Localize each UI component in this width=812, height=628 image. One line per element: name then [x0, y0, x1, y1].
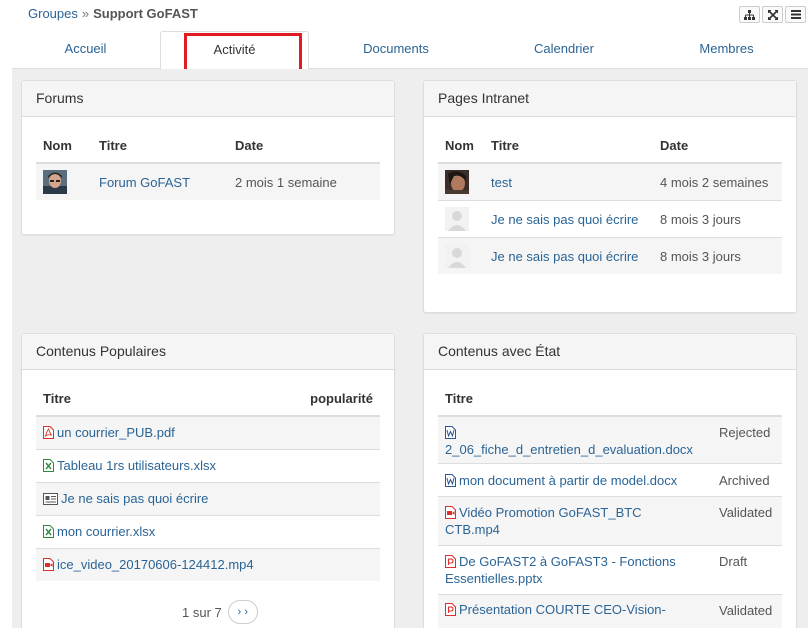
table-row: Forum GoFAST 2 mois 1 semaine	[36, 162, 380, 200]
pager-next-button[interactable]: › ›	[227, 600, 258, 624]
tab-documents[interactable]: Documents	[309, 31, 483, 69]
state-value: Draft	[712, 545, 782, 595]
video-file-icon	[43, 558, 54, 572]
menu-icon[interactable]	[785, 6, 806, 23]
header-toolbar	[737, 6, 806, 23]
state-item-link[interactable]: De GoFAST2 à GoFAST3 - Fonctions	[459, 554, 676, 569]
excel-file-icon	[43, 525, 54, 538]
pages-col-nom: Nom	[438, 129, 484, 164]
pages-table: Nom Titre Date test 4 mois 2 semaines Je…	[438, 129, 782, 274]
state-content-panel: Contenus avec État Titre 2_06_fiche_d_en…	[423, 333, 797, 628]
video-file-icon	[445, 506, 456, 519]
tab-accueil[interactable]: Accueil	[12, 31, 159, 69]
state-col-titre: Titre	[438, 382, 712, 417]
page-date: 8 mois 3 jours	[653, 237, 782, 274]
popular-item-link[interactable]: Tableau 1rs utilisateurs.xlsx	[57, 458, 216, 473]
state-value: Validated	[712, 594, 782, 628]
state-value: Rejected	[712, 415, 782, 464]
powerpoint-file-icon	[445, 603, 456, 616]
state-item-link[interactable]: mon document à partir de model.docx	[459, 473, 677, 488]
pages-col-date: Date	[653, 129, 782, 164]
avatar[interactable]	[36, 162, 92, 200]
popular-content-panel: Contenus Populaires Titre popularité un …	[21, 333, 395, 628]
page-date: 8 mois 3 jours	[653, 200, 782, 238]
forums-col-nom: Nom	[36, 129, 92, 164]
table-row: un courrier_PUB.pdf	[36, 415, 380, 449]
expand-icon[interactable]	[762, 6, 783, 23]
popular-item-link[interactable]: un courrier_PUB.pdf	[57, 425, 175, 440]
state-item-link-cont[interactable]: CTB.mp4	[445, 522, 500, 537]
state-item-link[interactable]: Vidéo Promotion GoFAST_BTC	[459, 505, 642, 520]
breadcrumb-groupes-link[interactable]: Groupes	[28, 6, 78, 21]
pages-intranet-panel: Pages Intranet Nom Titre Date test 4 moi…	[423, 80, 797, 313]
word-file-icon	[445, 426, 456, 439]
table-row: Vidéo Promotion GoFAST_BTC CTB.mp4 Valida…	[438, 496, 782, 546]
state-item-link[interactable]: Présentation COURTE CEO-Vision-	[459, 602, 666, 617]
pages-panel-title: Pages Intranet	[424, 81, 796, 117]
activity-content: Forums Nom Titre Date Forum GoFAST 2 moi…	[12, 69, 808, 628]
state-panel-title: Contenus avec État	[424, 334, 796, 370]
word-file-icon	[445, 473, 456, 487]
forums-panel-title: Forums	[22, 81, 394, 117]
table-row: 2_06_fiche_d_entretien_d_evaluation.docx…	[438, 415, 782, 464]
table-row: Je ne sais pas quoi écrire 8 mois 3 jour…	[438, 237, 782, 274]
page-link[interactable]: Je ne sais pas quoi écrire	[484, 200, 653, 238]
avatar[interactable]	[438, 237, 484, 274]
popular-col-titre: Titre	[36, 382, 270, 417]
breadcrumb-current: Support GoFAST	[93, 6, 198, 21]
pdf-file-icon	[43, 426, 54, 440]
tab-calendrier[interactable]: Calendrier	[483, 31, 645, 69]
page-link[interactable]: Je ne sais pas quoi écrire	[484, 237, 653, 274]
state-item-link-cont[interactable]: Essentielles.pptx	[445, 571, 543, 586]
table-row: Présentation COURTE CEO-Vision- Validate…	[438, 594, 782, 628]
table-row: Tableau 1rs utilisateurs.xlsx	[36, 448, 380, 482]
table-row: mon document à partir de model.docx Arch…	[438, 463, 782, 497]
forum-link[interactable]: Forum GoFAST	[92, 162, 228, 200]
state-value: Validated	[712, 496, 782, 546]
pages-col-titre: Titre	[484, 129, 653, 164]
table-row: De GoFAST2 à GoFAST3 - Fonctions Essentie…	[438, 545, 782, 595]
forums-table: Nom Titre Date Forum GoFAST 2 mois 1 sem…	[36, 129, 380, 200]
breadcrumb: Groupes» Support GoFAST	[28, 6, 198, 21]
forums-col-date: Date	[228, 129, 380, 164]
forum-date: 2 mois 1 semaine	[228, 162, 380, 200]
table-row: ice_video_20170606-124412.mp4	[36, 547, 380, 581]
article-icon	[43, 493, 58, 505]
page-link[interactable]: test	[484, 162, 653, 201]
popular-panel-title: Contenus Populaires	[22, 334, 394, 370]
breadcrumb-separator: »	[81, 6, 90, 21]
table-row: test 4 mois 2 semaines	[438, 162, 782, 201]
popular-item-link[interactable]: Je ne sais pas quoi écrire	[61, 491, 208, 506]
forums-panel: Forums Nom Titre Date Forum GoFAST 2 moi…	[21, 80, 395, 235]
page-date: 4 mois 2 semaines	[653, 162, 782, 201]
avatar[interactable]	[438, 200, 484, 238]
table-row: mon courrier.xlsx	[36, 514, 380, 548]
excel-file-icon	[43, 459, 54, 472]
avatar[interactable]	[438, 162, 484, 201]
popular-item-link[interactable]: ice_video_20170606-124412.mp4	[57, 557, 254, 572]
table-row: Je ne sais pas quoi écrire 8 mois 3 jour…	[438, 200, 782, 238]
forums-col-titre: Titre	[92, 129, 228, 164]
state-table: Titre 2_06_fiche_d_entretien_d_evaluatio…	[438, 382, 782, 628]
state-value: Archived	[712, 463, 782, 497]
popular-item-link[interactable]: mon courrier.xlsx	[57, 524, 155, 539]
powerpoint-file-icon	[445, 555, 456, 568]
state-item-link[interactable]: 2_06_fiche_d_entretien_d_evaluation.docx	[445, 442, 693, 457]
pager-status: 1 sur 7	[182, 604, 222, 620]
sitemap-icon[interactable]	[739, 6, 760, 23]
tab-membres[interactable]: Membres	[645, 31, 808, 69]
table-row: Je ne sais pas quoi écrire	[36, 481, 380, 515]
popular-col-popularite: popularité	[270, 382, 380, 417]
popular-pager: 1 sur 7 › ›	[182, 600, 258, 624]
popular-table: Titre popularité un courrier_PUB.pdf Tab…	[36, 382, 380, 581]
tab-bar: Accueil Activité Documents Calendrier Me…	[12, 31, 808, 70]
